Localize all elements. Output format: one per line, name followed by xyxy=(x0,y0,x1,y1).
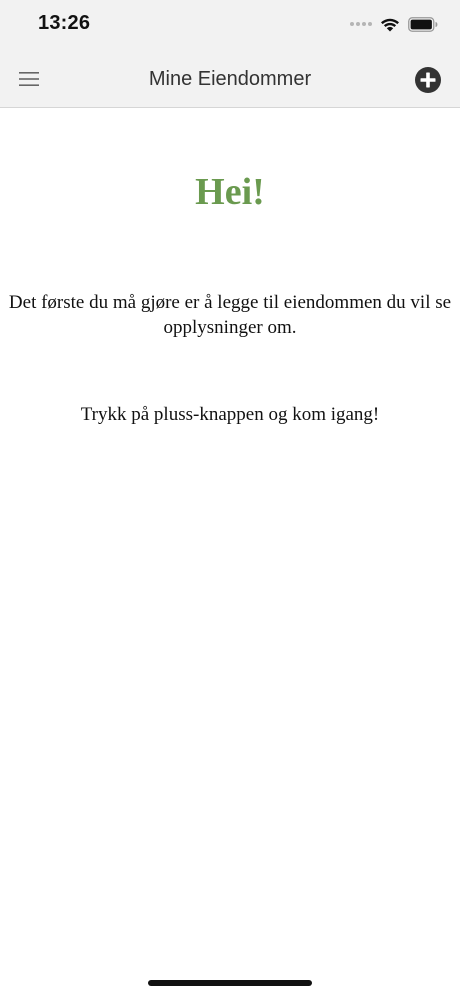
navigation-bar: Mine Eiendommer xyxy=(0,50,460,108)
status-icons xyxy=(350,14,438,34)
plus-circle-icon xyxy=(415,67,441,93)
main-content: Hei! Det første du må gjøre er å legge t… xyxy=(0,108,460,427)
header-area: 13:26 Mine Eiendommer xyxy=(0,0,460,108)
status-time: 13:26 xyxy=(38,12,91,34)
menu-button[interactable] xyxy=(10,60,48,98)
status-bar: 13:26 xyxy=(0,0,460,50)
signal-icon xyxy=(350,22,372,26)
hamburger-menu-icon xyxy=(19,72,39,86)
battery-icon xyxy=(408,16,438,32)
page-title: Mine Eiendommer xyxy=(148,68,312,90)
wifi-icon xyxy=(381,18,399,32)
greeting-heading: Hei! xyxy=(195,171,265,213)
add-property-button[interactable] xyxy=(414,66,442,94)
app-screen: 13:26 Mine Eiendommer Hei! Det første du… xyxy=(0,0,460,996)
home-indicator[interactable] xyxy=(148,980,312,986)
call-to-action-text: Trykk på pluss-knappen og kom igang! xyxy=(80,404,380,425)
intro-text: Det første du må gjøre er å legge til ei… xyxy=(8,292,452,338)
